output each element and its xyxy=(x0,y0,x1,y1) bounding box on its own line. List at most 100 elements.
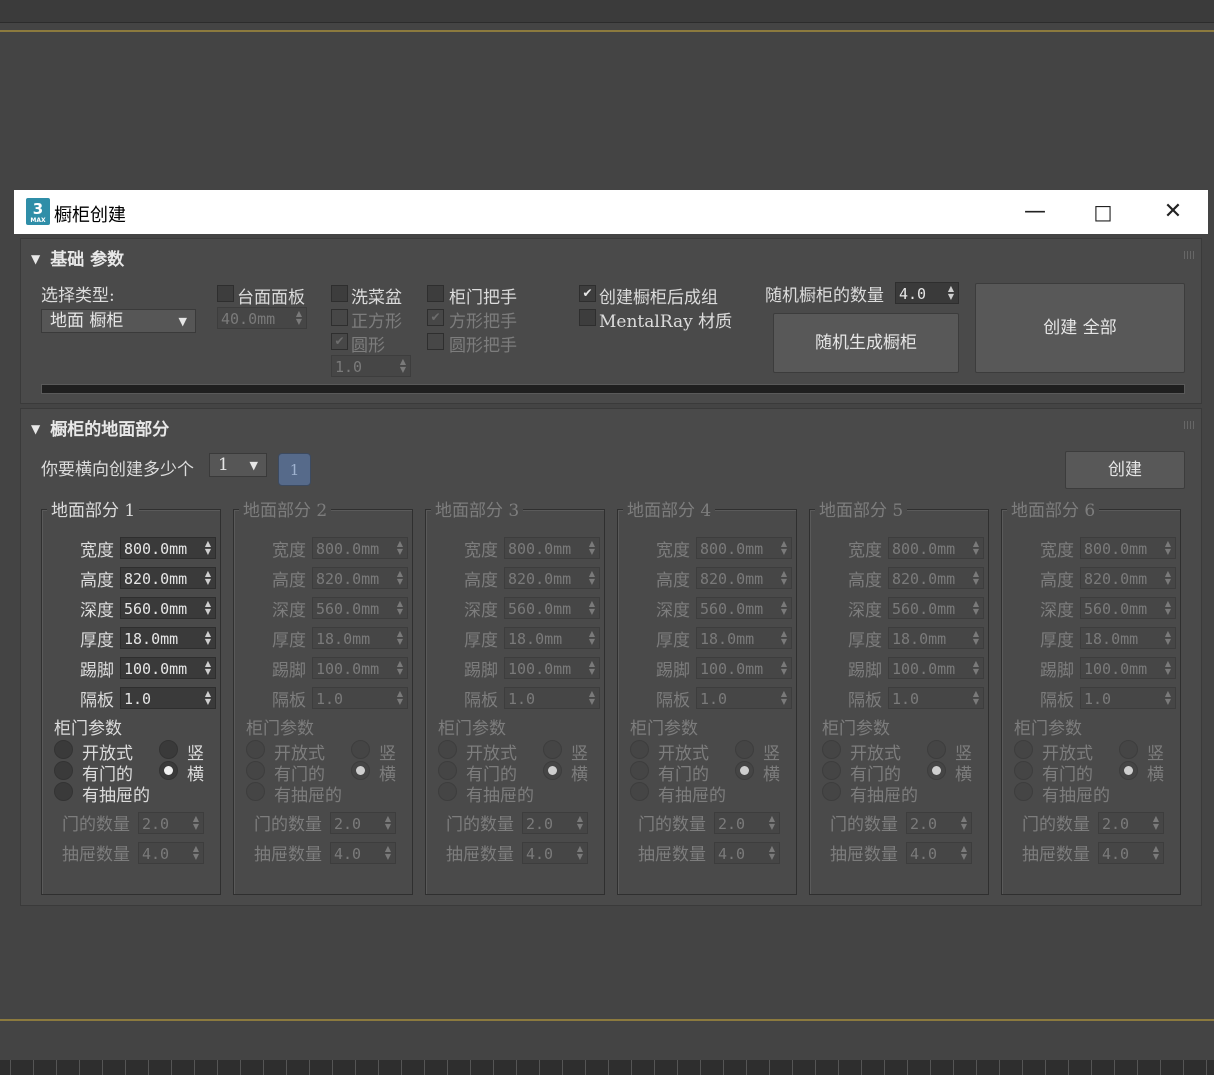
depth-spinner[interactable]: 560.0mm ▲ ▼ xyxy=(312,597,408,619)
spinner-arrows-icon[interactable]: ▲ ▼ xyxy=(781,570,787,586)
spinner-arrows-icon[interactable]: ▲ ▼ xyxy=(589,630,595,646)
depth-spinner[interactable]: 560.0mm ▲ ▼ xyxy=(888,597,984,619)
spinner-arrows-icon[interactable]: ▲ ▼ xyxy=(781,690,787,706)
close-button[interactable]: ✕ xyxy=(1138,190,1208,234)
spinner-arrows-icon[interactable]: ▲ ▼ xyxy=(769,815,775,831)
kickboard-spinner[interactable]: 100.0mm ▲ ▼ xyxy=(696,657,792,679)
count-badge[interactable]: 1 xyxy=(278,453,311,486)
count-dropdown[interactable]: 1 ▼ xyxy=(209,453,267,477)
countertop-thickness-spinner[interactable]: 40.0mm ▲ ▼ xyxy=(217,307,307,329)
depth-spinner[interactable]: 560.0mm ▲ ▼ xyxy=(120,597,216,619)
width-spinner[interactable]: 800.0mm ▲ ▼ xyxy=(696,537,792,559)
door-handle-checkbox[interactable] xyxy=(427,285,444,302)
spinner-arrows-icon[interactable]: ▲ ▼ xyxy=(973,570,979,586)
shelf-spinner[interactable]: 1.0 ▲ ▼ xyxy=(888,687,984,709)
with-doors-radio[interactable] xyxy=(438,761,457,780)
height-spinner[interactable]: 820.0mm ▲ ▼ xyxy=(696,567,792,589)
door-count-spinner[interactable]: 2.0 ▲ ▼ xyxy=(906,812,972,834)
spinner-arrows-icon[interactable]: ▲ ▼ xyxy=(205,600,211,616)
horizontal-radio[interactable] xyxy=(351,761,370,780)
door-count-spinner[interactable]: 2.0 ▲ ▼ xyxy=(330,812,396,834)
door-count-spinner[interactable]: 2.0 ▲ ▼ xyxy=(714,812,780,834)
shelf-spinner[interactable]: 1.0 ▲ ▼ xyxy=(1080,687,1176,709)
spinner-arrows-icon[interactable]: ▲ ▼ xyxy=(973,630,979,646)
random-count-spinner[interactable]: 4.0 ▲ ▼ xyxy=(895,282,959,304)
with-drawers-radio[interactable] xyxy=(246,782,265,801)
with-doors-radio[interactable] xyxy=(54,761,73,780)
shelf-spinner[interactable]: 1.0 ▲ ▼ xyxy=(312,687,408,709)
open-radio[interactable] xyxy=(822,740,841,759)
spinner-arrows-icon[interactable]: ▲ ▼ xyxy=(973,600,979,616)
create-button[interactable]: 创建 xyxy=(1065,451,1185,489)
basic-params-header[interactable]: ▼ 基础 参数 xyxy=(31,245,124,270)
door-count-spinner[interactable]: 2.0 ▲ ▼ xyxy=(1098,812,1164,834)
spinner-arrows-icon[interactable]: ▲ ▼ xyxy=(589,600,595,616)
select-type-dropdown[interactable]: 地面 橱柜 ▼ xyxy=(41,309,196,333)
horizontal-radio[interactable] xyxy=(1119,761,1138,780)
spinner-arrows-icon[interactable]: ▲ ▼ xyxy=(1165,690,1171,706)
with-drawers-radio[interactable] xyxy=(1014,782,1033,801)
spinner-arrows-icon[interactable]: ▲ ▼ xyxy=(948,285,954,301)
open-radio[interactable] xyxy=(54,740,73,759)
random-generate-button[interactable]: 随机生成橱柜 xyxy=(773,313,959,373)
width-spinner[interactable]: 800.0mm ▲ ▼ xyxy=(888,537,984,559)
kickboard-spinner[interactable]: 100.0mm ▲ ▼ xyxy=(1080,657,1176,679)
group-after-create-checkbox[interactable]: ✔ xyxy=(579,285,596,302)
shelf-spinner[interactable]: 1.0 ▲ ▼ xyxy=(120,687,216,709)
spinner-arrows-icon[interactable]: ▲ ▼ xyxy=(589,690,595,706)
width-spinner[interactable]: 800.0mm ▲ ▼ xyxy=(1080,537,1176,559)
spinner-arrows-icon[interactable]: ▲ ▼ xyxy=(577,845,583,861)
spinner-arrows-icon[interactable]: ▲ ▼ xyxy=(781,600,787,616)
spinner-arrows-icon[interactable]: ▲ ▼ xyxy=(1165,630,1171,646)
spinner-arrows-icon[interactable]: ▲ ▼ xyxy=(961,815,967,831)
thickness-spinner[interactable]: 18.0mm ▲ ▼ xyxy=(312,627,408,649)
timeline-ruler[interactable] xyxy=(0,1060,1214,1075)
open-radio[interactable] xyxy=(1014,740,1033,759)
spinner-arrows-icon[interactable]: ▲ ▼ xyxy=(589,660,595,676)
horizontal-radio[interactable] xyxy=(927,761,946,780)
sink-checkbox[interactable] xyxy=(331,285,348,302)
door-count-spinner[interactable]: 2.0 ▲ ▼ xyxy=(522,812,588,834)
spinner-arrows-icon[interactable]: ▲ ▼ xyxy=(397,540,403,556)
spinner-arrows-icon[interactable]: ▲ ▼ xyxy=(769,845,775,861)
with-drawers-radio[interactable] xyxy=(54,782,73,801)
collapse-triangle-icon[interactable]: ▼ xyxy=(31,252,40,266)
height-spinner[interactable]: 820.0mm ▲ ▼ xyxy=(888,567,984,589)
collapse-triangle-icon[interactable]: ▼ xyxy=(31,422,40,436)
kickboard-spinner[interactable]: 100.0mm ▲ ▼ xyxy=(504,657,600,679)
spinner-arrows-icon[interactable]: ▲ ▼ xyxy=(1165,600,1171,616)
kickboard-spinner[interactable]: 100.0mm ▲ ▼ xyxy=(312,657,408,679)
spinner-arrows-icon[interactable]: ▲ ▼ xyxy=(397,570,403,586)
spinner-arrows-icon[interactable]: ▲ ▼ xyxy=(973,690,979,706)
drawer-count-spinner[interactable]: 4.0 ▲ ▼ xyxy=(330,842,396,864)
open-radio[interactable] xyxy=(438,740,457,759)
thickness-spinner[interactable]: 18.0mm ▲ ▼ xyxy=(696,627,792,649)
with-doors-radio[interactable] xyxy=(1014,761,1033,780)
height-spinner[interactable]: 820.0mm ▲ ▼ xyxy=(1080,567,1176,589)
depth-spinner[interactable]: 560.0mm ▲ ▼ xyxy=(696,597,792,619)
drawer-count-spinner[interactable]: 4.0 ▲ ▼ xyxy=(714,842,780,864)
spinner-arrows-icon[interactable]: ▲ ▼ xyxy=(205,570,211,586)
width-spinner[interactable]: 800.0mm ▲ ▼ xyxy=(120,537,216,559)
spinner-arrows-icon[interactable]: ▲ ▼ xyxy=(397,690,403,706)
width-spinner[interactable]: 800.0mm ▲ ▼ xyxy=(312,537,408,559)
vertical-radio[interactable] xyxy=(543,740,562,759)
height-spinner[interactable]: 820.0mm ▲ ▼ xyxy=(120,567,216,589)
height-spinner[interactable]: 820.0mm ▲ ▼ xyxy=(504,567,600,589)
kickboard-spinner[interactable]: 100.0mm ▲ ▼ xyxy=(120,657,216,679)
floor-section-header[interactable]: ▼ 橱柜的地面部分 xyxy=(31,415,169,440)
vertical-radio[interactable] xyxy=(351,740,370,759)
title-bar[interactable]: 3 MAX 橱柜创建 — □ ✕ xyxy=(14,190,1208,234)
shelf-spinner[interactable]: 1.0 ▲ ▼ xyxy=(504,687,600,709)
create-all-button[interactable]: 创建 全部 xyxy=(975,283,1185,373)
spinner-arrows-icon[interactable]: ▲ ▼ xyxy=(589,570,595,586)
depth-spinner[interactable]: 560.0mm ▲ ▼ xyxy=(1080,597,1176,619)
door-count-spinner[interactable]: 2.0 ▲ ▼ xyxy=(138,812,204,834)
spinner-arrows-icon[interactable]: ▲ ▼ xyxy=(397,660,403,676)
drawer-count-spinner[interactable]: 4.0 ▲ ▼ xyxy=(1098,842,1164,864)
kickboard-spinner[interactable]: 100.0mm ▲ ▼ xyxy=(888,657,984,679)
round-handle-checkbox[interactable] xyxy=(427,333,444,350)
drawer-count-spinner[interactable]: 4.0 ▲ ▼ xyxy=(138,842,204,864)
thickness-spinner[interactable]: 18.0mm ▲ ▼ xyxy=(120,627,216,649)
vertical-radio[interactable] xyxy=(159,740,178,759)
